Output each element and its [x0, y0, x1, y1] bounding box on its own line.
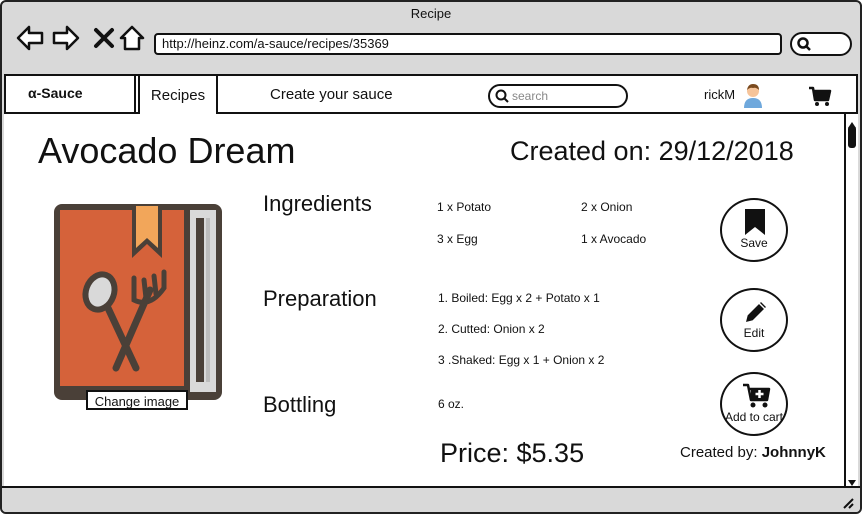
ingredient-item: 1 x Avocado [581, 232, 647, 246]
search-icon [494, 88, 510, 110]
search-icon [796, 36, 812, 57]
created-by-user[interactable]: JohnnyK [762, 444, 826, 461]
back-arrow-icon[interactable] [16, 24, 44, 52]
preparation-step: 2. Cutted: Onion x 2 [438, 322, 545, 336]
ingredient-item: 3 x Egg [437, 232, 478, 246]
url-bar[interactable]: http://heinz.com/a-sauce/recipes/35369 [154, 33, 782, 55]
add-to-cart-button[interactable]: Add to cart [720, 372, 788, 436]
tab-create-your-sauce[interactable]: Create your sauce [270, 76, 393, 114]
avatar-icon[interactable] [742, 82, 764, 113]
scroll-thumb[interactable] [848, 126, 856, 148]
recipe-book-icon [54, 200, 224, 405]
browser-window: Recipe http://heinz.com/a-sauce/recipes/… [0, 0, 862, 514]
ingredients-heading: Ingredients [263, 191, 372, 216]
status-bar [2, 486, 860, 512]
close-icon[interactable] [92, 24, 120, 52]
brand-logo[interactable]: α-Sauce [6, 76, 136, 112]
edit-button[interactable]: Edit [720, 288, 788, 352]
home-icon[interactable] [118, 24, 146, 52]
window-title: Recipe [410, 6, 452, 21]
forward-arrow-icon[interactable] [52, 24, 80, 52]
created-date: Created on: 29/12/2018 [510, 136, 794, 166]
username[interactable]: rickM [704, 76, 735, 114]
app-navigation: α-Sauce Recipes Create your sauce search… [4, 74, 858, 114]
ingredient-item: 2 x Onion [581, 200, 633, 214]
bookmark-icon [745, 209, 765, 235]
save-label: Save [740, 236, 768, 250]
preparation-heading: Preparation [263, 286, 377, 311]
search-placeholder: search [512, 89, 549, 103]
bottling-heading: Bottling [263, 392, 337, 417]
recipe-content: Avocado Dream Created on: 29/12/2018 Cha… [4, 114, 844, 486]
vertical-scrollbar[interactable] [844, 114, 858, 486]
created-by-label: Created by: [680, 444, 762, 461]
change-image-button[interactable]: Change image [86, 390, 188, 410]
cart-add-icon [743, 383, 771, 408]
bottling-size: 6 oz. [438, 397, 465, 411]
resize-grip-icon[interactable] [842, 496, 854, 512]
price: Price: $5.35 [440, 438, 585, 468]
preparation-step: 1. Boiled: Egg x 2 + Potato x 1 [438, 291, 600, 305]
edit-label: Edit [743, 326, 765, 340]
ingredient-item: 1 x Potato [437, 200, 492, 214]
add-to-cart-label: Add to cart [724, 410, 784, 424]
search-input[interactable]: search [488, 84, 628, 108]
cart-icon[interactable] [808, 86, 832, 113]
tab-recipes[interactable]: Recipes [138, 74, 218, 114]
created-by: Created by: JohnnyK [680, 444, 826, 461]
page-title: Avocado Dream [38, 130, 296, 171]
save-button[interactable]: Save [720, 198, 788, 262]
preparation-step: 3 .Shaked: Egg x 1 + Onion x 2 [438, 353, 605, 367]
pencil-icon [743, 299, 769, 325]
browser-search-input[interactable] [790, 32, 852, 56]
